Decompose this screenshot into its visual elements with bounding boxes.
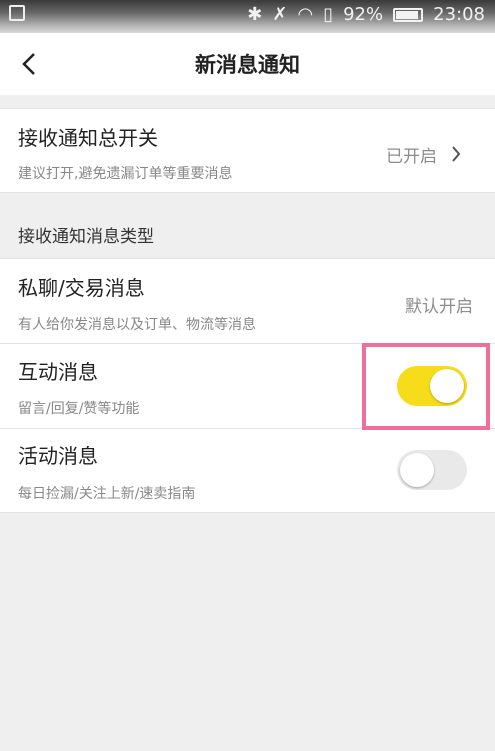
private-chat-title: 私聊/交易消息: [18, 276, 145, 300]
sim-icon: ▯: [323, 4, 334, 25]
activity-toggle[interactable]: [397, 450, 467, 490]
highlight-box: [362, 343, 490, 430]
wifi-icon: ◠: [297, 4, 314, 25]
activity-subtitle: 每日捡漏/关注上新/速卖指南: [18, 486, 196, 502]
battery-percent: 92%: [343, 4, 384, 25]
interaction-subtitle: 留言/回复/赞等功能: [18, 401, 140, 417]
master-switch-subtitle: 建议打开,避免遗漏订单等重要消息: [18, 166, 233, 182]
vibrate-icon: ✗: [272, 4, 288, 25]
toggle-knob: [400, 453, 434, 487]
private-chat-value: 默认开启: [405, 297, 473, 317]
interaction-title: 互动消息: [18, 360, 98, 384]
bluetooth-icon: ✱: [247, 4, 263, 25]
battery-icon: [393, 7, 424, 22]
master-switch-value: 已开启: [386, 147, 437, 167]
page-title: 新消息通知: [195, 53, 300, 77]
divider: [0, 512, 495, 513]
navigation-bar: 新消息通知: [0, 33, 495, 95]
status-icons: ✱ ✗ ◠ ▯ 92% 23:08: [247, 4, 485, 25]
status-bar: ✱ ✗ ◠ ▯ 92% 23:08: [0, 0, 495, 33]
divider: [0, 192, 495, 193]
image-notification-icon: [9, 5, 25, 21]
section-label: 接收通知消息类型: [18, 227, 154, 247]
master-switch-title: 接收通知总开关: [18, 126, 158, 150]
activity-title: 活动消息: [18, 444, 98, 468]
list-item-private-chat: 私聊/交易消息 有人给你发消息以及订单、物流等消息 默认开启: [0, 258, 495, 343]
chevron-right-icon: [452, 146, 461, 162]
private-chat-subtitle: 有人给你发消息以及订单、物流等消息: [18, 317, 256, 333]
clock: 23:08: [433, 4, 485, 25]
master-switch-row[interactable]: 接收通知总开关 建议打开,避免遗漏订单等重要消息 已开启: [0, 108, 495, 193]
